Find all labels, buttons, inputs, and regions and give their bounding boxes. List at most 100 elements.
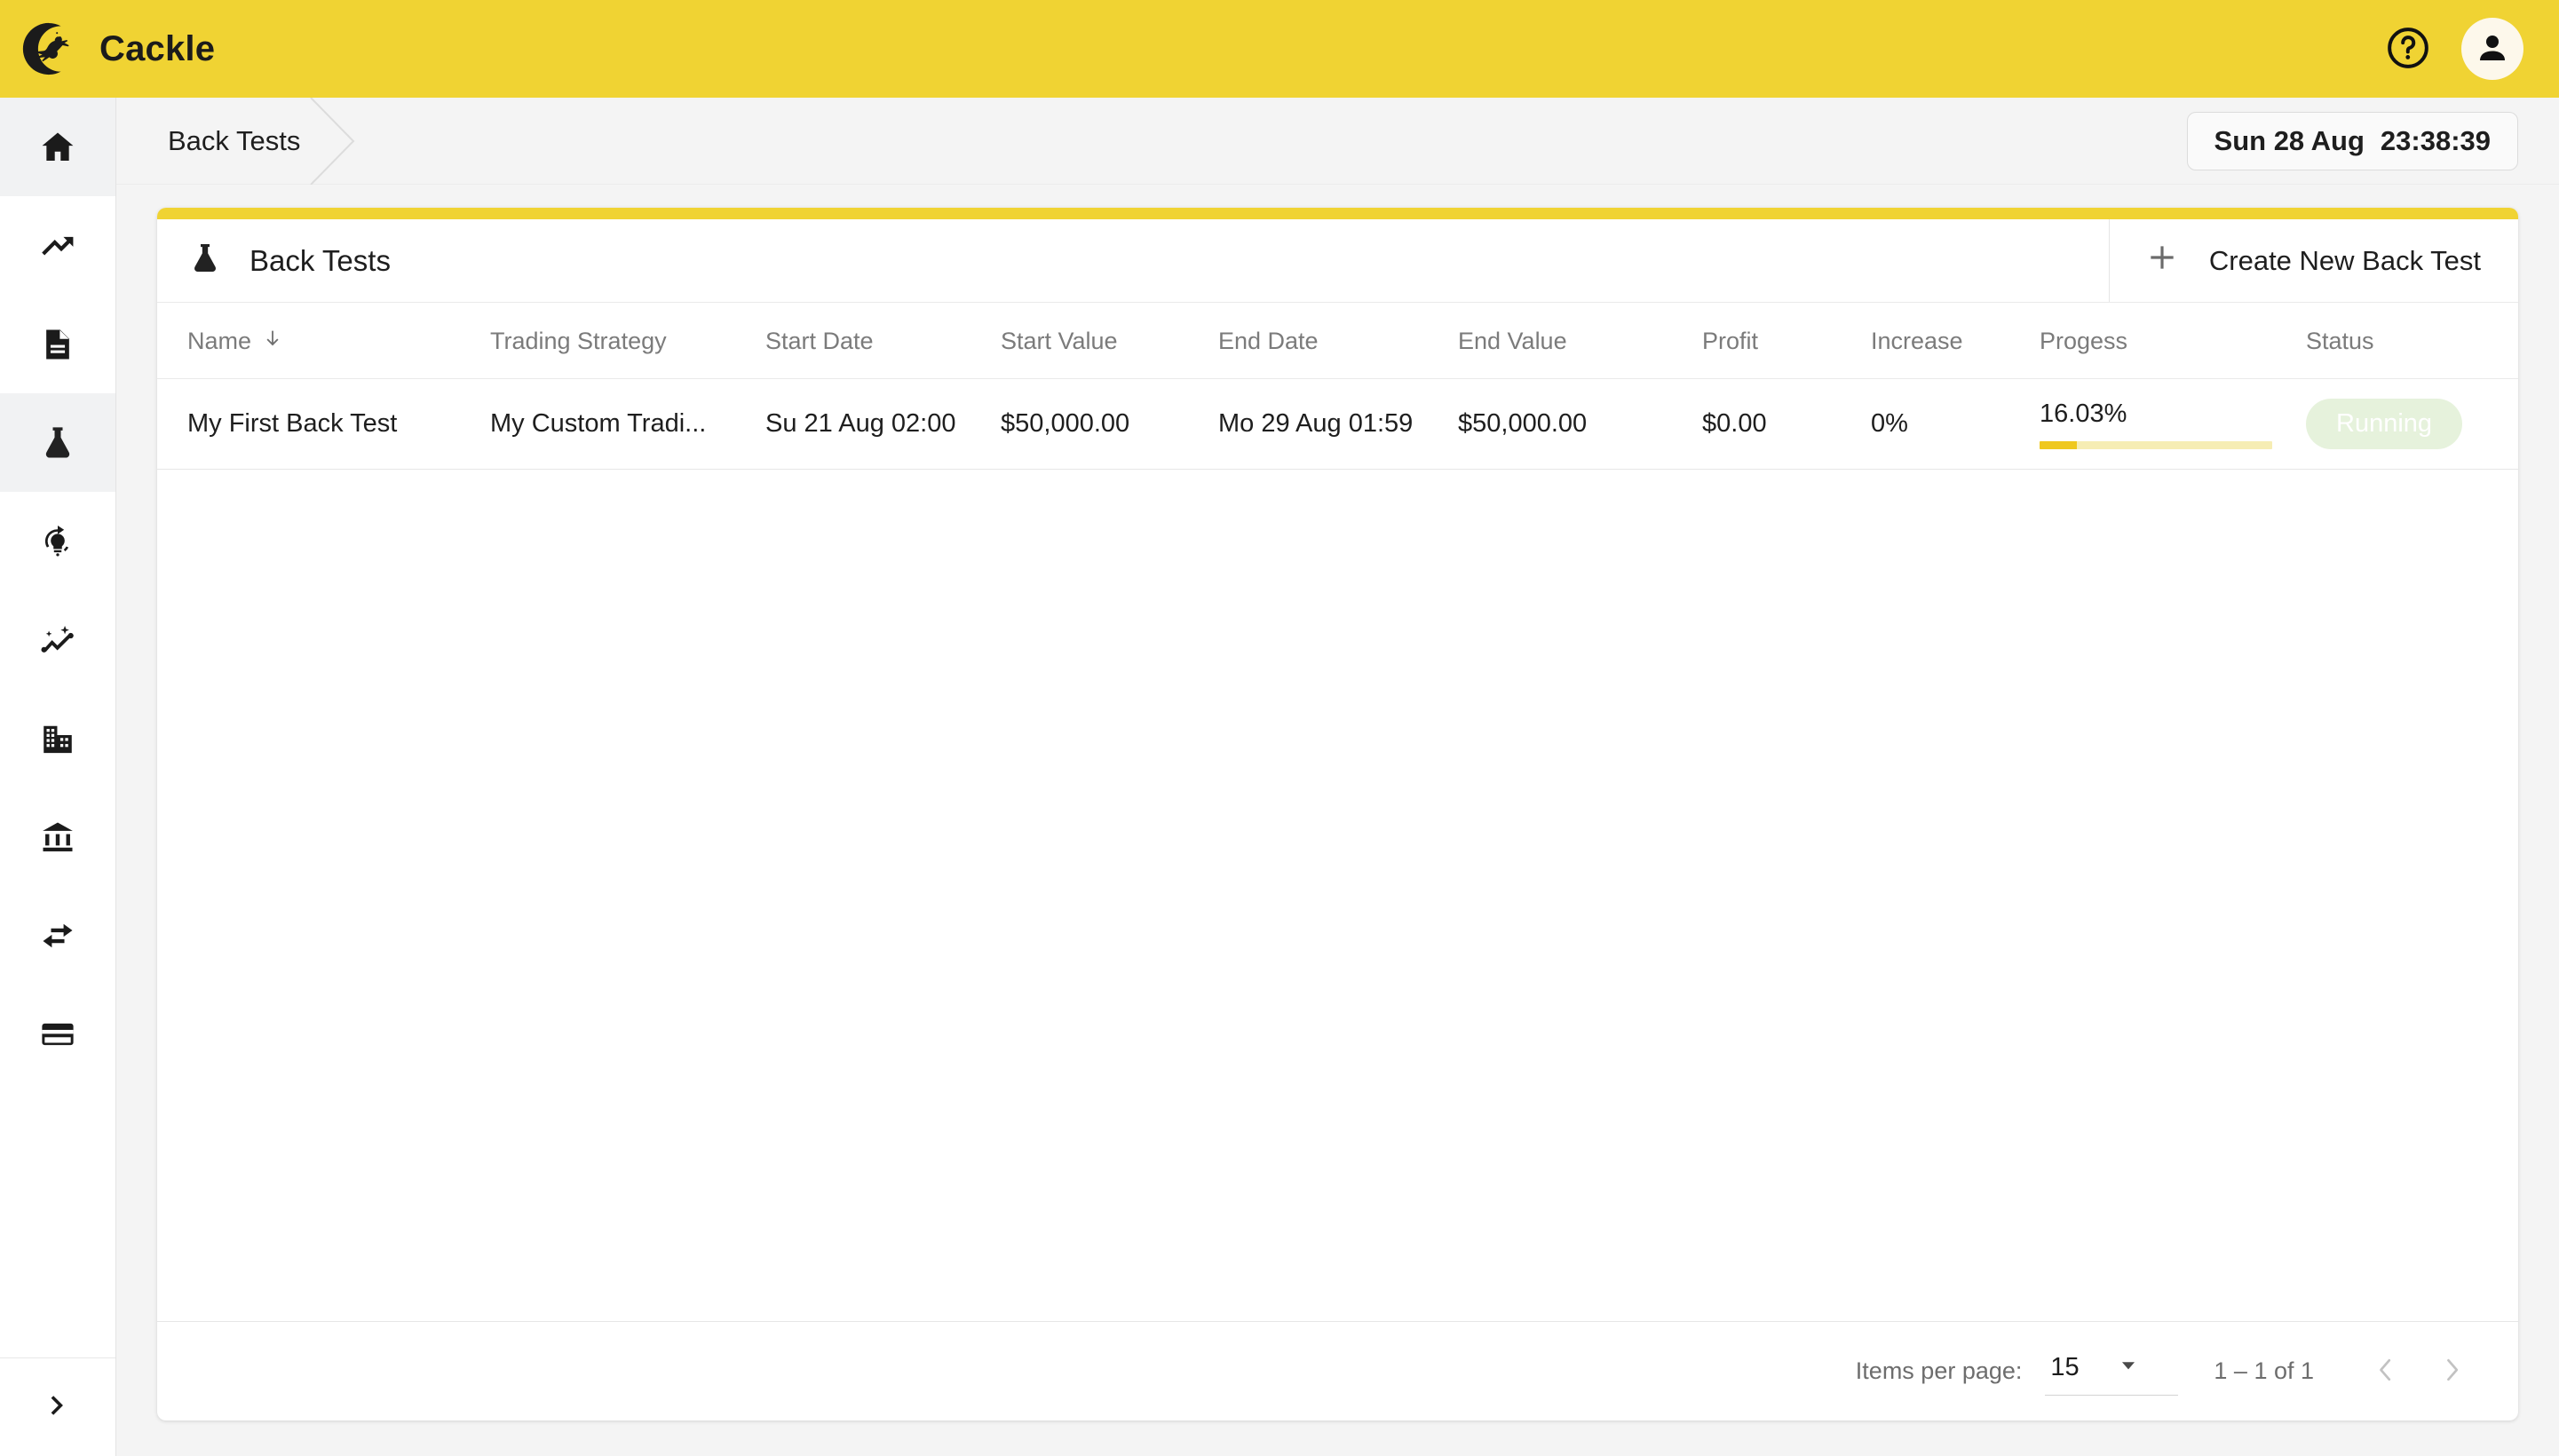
cell-end-date: Mo 29 Aug 01:59 — [1218, 378, 1458, 470]
cell-trading-strategy: My Custom Tradi... — [490, 378, 765, 470]
arrow-down-icon — [262, 328, 283, 355]
status-badge: Running — [2306, 399, 2463, 449]
column-header-start-date-label: Start Date — [765, 328, 874, 354]
swap-horizontal-icon — [38, 916, 77, 955]
business-building-icon — [38, 719, 77, 758]
column-header-end-date[interactable]: End Date — [1218, 303, 1458, 379]
column-header-status[interactable]: Status — [2306, 303, 2518, 379]
column-header-trading-strategy[interactable]: Trading Strategy — [490, 303, 765, 379]
breadcrumb-bar: Back Tests Sun 28 Aug 23:38:39 — [116, 96, 2559, 186]
sidebar-item-business[interactable] — [0, 689, 115, 787]
column-header-status-label: Status — [2306, 328, 2374, 354]
chevron-right-divider-icon — [309, 96, 359, 186]
page-range-label: 1 – 1 of 1 — [2214, 1357, 2314, 1384]
table-head: Name Trading Strategy Start Date Start V… — [157, 303, 2518, 379]
card-accent-stripe — [157, 208, 2518, 219]
brand-name: Cackle — [99, 28, 216, 68]
breadcrumb-label: Back Tests — [168, 124, 301, 156]
chevron-right-icon — [43, 1390, 73, 1425]
paginator: Items per page: 15 1 – 1 of 1 — [157, 1321, 2518, 1420]
caret-down-icon — [2117, 1354, 2140, 1381]
science-flask-icon — [38, 423, 77, 463]
cell-progress: 16.03% — [2040, 378, 2306, 470]
person-icon — [2474, 29, 2511, 69]
credit-card-icon — [38, 1015, 77, 1054]
sidebar-item-back-tests[interactable] — [0, 393, 115, 492]
cell-increase: 0% — [1871, 378, 2040, 470]
column-header-profit[interactable]: Profit — [1702, 303, 1871, 379]
help-button[interactable] — [2385, 26, 2431, 72]
clock-time: 23:38:39 — [2380, 124, 2491, 156]
sidebar-item-transfers[interactable] — [0, 886, 115, 985]
create-new-back-test-button[interactable]: Create New Back Test — [2108, 219, 2518, 302]
items-per-page-label: Items per page: — [1855, 1357, 2023, 1384]
witch-on-broom-moon-logo-icon — [21, 21, 76, 76]
progress-bar-fill — [2040, 440, 2077, 449]
insights-icon — [38, 621, 77, 660]
breadcrumb-item-back-tests[interactable]: Back Tests — [116, 96, 380, 186]
cell-status: Running — [2306, 378, 2518, 470]
sidebar-item-articles[interactable] — [0, 295, 115, 393]
column-header-trading-strategy-label: Trading Strategy — [490, 328, 667, 354]
column-header-name[interactable]: Name — [157, 303, 490, 379]
card-header-left: Back Tests — [157, 219, 2109, 302]
clock-display: Sun 28 Aug 23:38:39 — [2186, 111, 2518, 170]
column-header-start-date[interactable]: Start Date — [765, 303, 1001, 379]
progress-bar — [2040, 440, 2272, 449]
sidebar-item-ideas[interactable] — [0, 492, 115, 590]
cell-end-value: $50,000.00 — [1458, 378, 1702, 470]
column-header-progress-label: Progess — [2040, 328, 2128, 354]
column-header-end-date-label: End Date — [1218, 328, 1319, 354]
previous-page-button[interactable] — [2351, 1338, 2419, 1405]
header-actions — [2385, 18, 2523, 80]
table-header-row: Name Trading Strategy Start Date Start V… — [157, 303, 2518, 379]
cell-start-value: $50,000.00 — [1001, 378, 1218, 470]
chevron-right-icon — [2437, 1355, 2468, 1388]
cell-start-date: Su 21 Aug 02:00 — [765, 378, 1001, 470]
next-page-button[interactable] — [2419, 1338, 2486, 1405]
home-icon — [38, 128, 77, 167]
items-per-page-select[interactable]: 15 — [2045, 1348, 2179, 1396]
cell-name: My First Back Test — [157, 378, 490, 470]
cell-profit: $0.00 — [1702, 378, 1871, 470]
lightbulb-refresh-icon — [38, 522, 77, 561]
column-header-profit-label: Profit — [1702, 328, 1759, 354]
sidebar-bottom — [0, 1357, 115, 1456]
column-header-progress[interactable]: Progess — [2040, 303, 2306, 379]
cell-trading-strategy-text: My Custom Tradi... — [490, 409, 707, 438]
trending-up-icon — [38, 226, 77, 265]
table-row[interactable]: My First Back Test My Custom Tradi... Su… — [157, 378, 2518, 470]
sidebar-item-bank[interactable] — [0, 787, 115, 886]
help-circle-icon — [2386, 26, 2430, 73]
sidebar-item-trending[interactable] — [0, 196, 115, 295]
table-body: My First Back Test My Custom Tradi... Su… — [157, 378, 2518, 470]
clock-date: Sun 28 Aug — [2214, 124, 2365, 156]
column-header-name-label: Name — [187, 328, 252, 354]
column-header-start-value-label: Start Value — [1001, 328, 1118, 354]
app-shell: Back Tests Sun 28 Aug 23:38:39 Back Test… — [0, 96, 2559, 1456]
create-new-back-test-label: Create New Back Test — [2208, 244, 2481, 276]
card-header: Back Tests Create New Back Test — [157, 219, 2518, 303]
column-header-end-value-label: End Value — [1458, 328, 1567, 354]
content-area: Back Tests Sun 28 Aug 23:38:39 Back Test… — [116, 96, 2559, 1456]
back-tests-table-container: Name Trading Strategy Start Date Start V… — [157, 303, 2518, 1321]
article-icon — [38, 325, 77, 364]
column-header-increase[interactable]: Increase — [1871, 303, 2040, 379]
main-region: Back Tests Create New Back Test Name Tra… — [116, 185, 2559, 1456]
column-header-end-value[interactable]: End Value — [1458, 303, 1702, 379]
brand[interactable]: Cackle — [21, 21, 215, 76]
back-tests-table: Name Trading Strategy Start Date Start V… — [157, 303, 2518, 470]
column-header-start-value[interactable]: Start Value — [1001, 303, 1218, 379]
chevron-left-icon — [2370, 1355, 2400, 1388]
sidebar-item-insights[interactable] — [0, 590, 115, 689]
card-title: Back Tests — [250, 243, 391, 277]
sidebar-item-home[interactable] — [0, 98, 115, 196]
sidebar — [0, 98, 116, 1456]
account-balance-bank-icon — [38, 818, 77, 857]
plus-icon — [2145, 241, 2179, 281]
sidebar-expand-button[interactable] — [0, 1357, 115, 1456]
science-flask-icon — [187, 241, 223, 281]
progress-value-label: 16.03% — [2040, 399, 2127, 428]
avatar[interactable] — [2461, 18, 2523, 80]
sidebar-item-payments[interactable] — [0, 985, 115, 1083]
